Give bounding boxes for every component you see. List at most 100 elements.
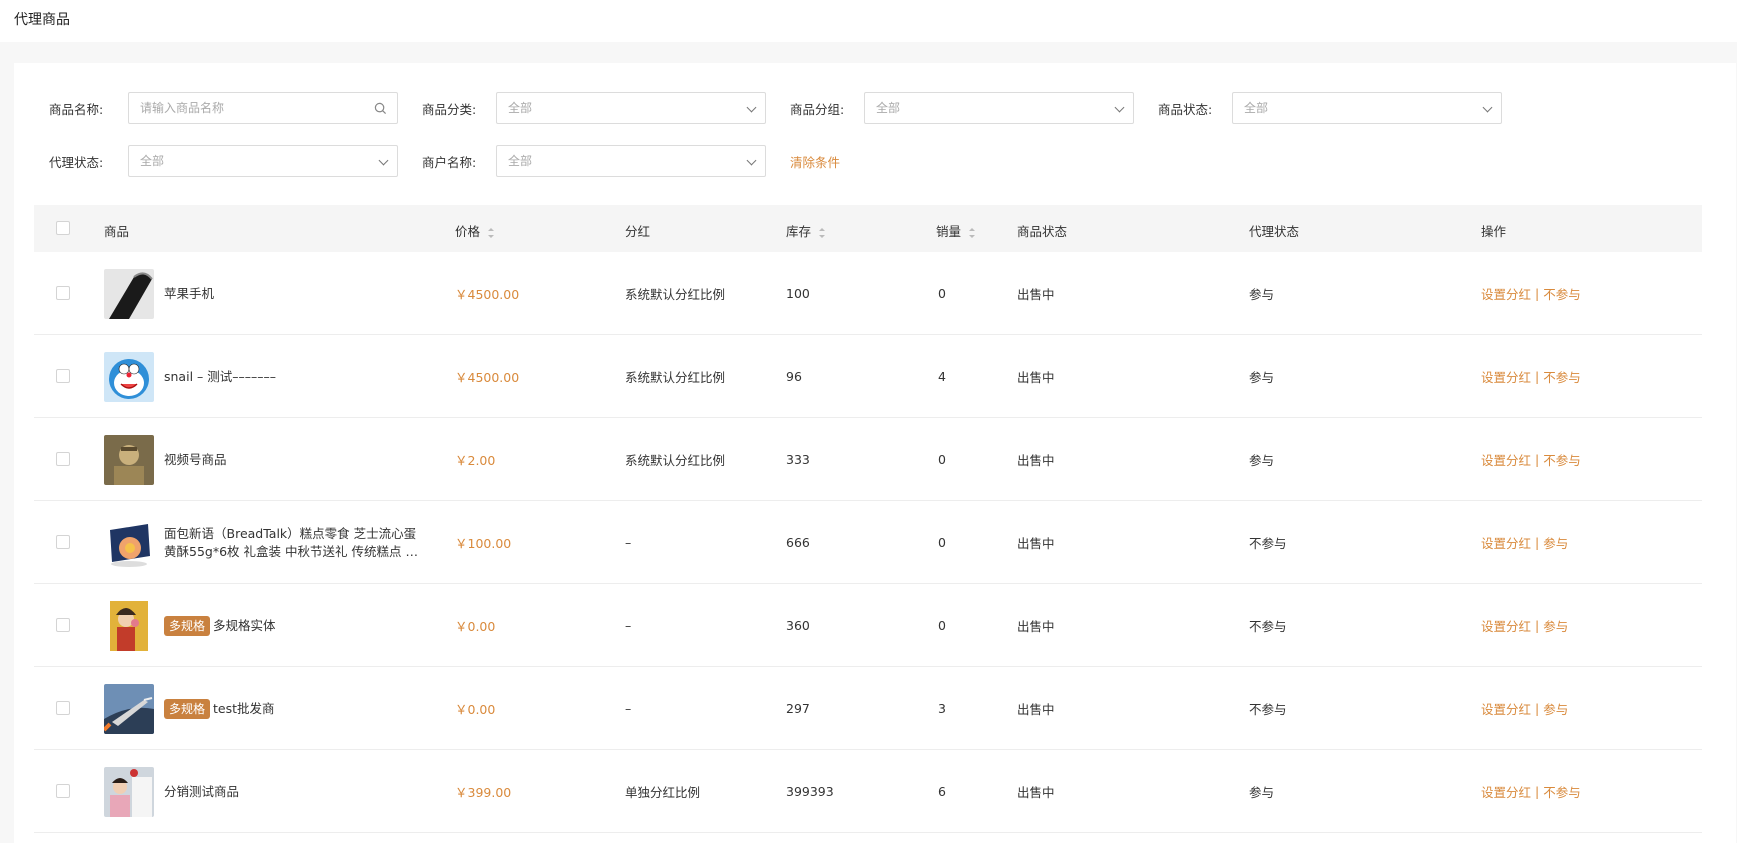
ops-separator: | bbox=[1535, 701, 1540, 716]
stock-cell: 399393 bbox=[786, 784, 834, 799]
header-ops: 操作 bbox=[1481, 224, 1507, 239]
chevron-down-icon bbox=[378, 155, 389, 166]
set-dividend-link[interactable]: 设置分红 bbox=[1481, 367, 1531, 386]
toggle-agent-link[interactable]: 不参与 bbox=[1543, 284, 1581, 303]
product-name-cell: 苹果手机 bbox=[164, 252, 424, 335]
product-name-cell: 多规格 多规格实体 bbox=[164, 584, 424, 667]
product-name[interactable]: 多规格实体 bbox=[213, 618, 276, 633]
ops-separator: | bbox=[1535, 286, 1540, 301]
stock-cell: 333 bbox=[786, 452, 810, 467]
status-value: 全部 bbox=[1244, 101, 1269, 115]
row-checkbox[interactable] bbox=[56, 286, 70, 300]
search-icon[interactable] bbox=[374, 102, 387, 115]
ops-separator: | bbox=[1535, 535, 1540, 550]
ops-cell: 设置分红 | 不参与 bbox=[1481, 418, 1581, 501]
set-dividend-link[interactable]: 设置分红 bbox=[1481, 533, 1531, 552]
sort-icon[interactable] bbox=[488, 227, 495, 238]
set-dividend-link[interactable]: 设置分红 bbox=[1481, 699, 1531, 718]
clear-filters-link[interactable]: 清除条件 bbox=[790, 152, 840, 171]
agent-status-label: 代理状态: bbox=[49, 155, 104, 170]
product-thumbnail bbox=[104, 684, 154, 734]
product-name[interactable]: 分销测试商品 bbox=[164, 784, 239, 799]
table-row: 分销测试商品 ￥399.00 单独分红比例 399393 6 出售中 参与 设置分红 | 不参与 bbox=[34, 750, 1702, 833]
product-name-input[interactable]: 请输入商品名称 bbox=[128, 92, 398, 124]
chevron-down-icon bbox=[1482, 102, 1493, 113]
sales-cell: 3 bbox=[938, 701, 946, 716]
ops-cell: 设置分红 | 不参与 bbox=[1481, 252, 1581, 335]
ops-cell: 设置分红 | 参与 bbox=[1481, 501, 1568, 584]
header-stock[interactable]: 库存 bbox=[786, 221, 826, 240]
sort-icon[interactable] bbox=[969, 227, 976, 238]
header-stock-label: 库存 bbox=[786, 224, 812, 239]
table-row: 多规格 test批发商 ￥0.00 – 297 3 出售中 不参与 设置分红 | 参与 bbox=[34, 667, 1702, 750]
product-thumbnail bbox=[104, 518, 154, 568]
set-dividend-link[interactable]: 设置分红 bbox=[1481, 782, 1531, 801]
product-name-cell: snail – 测试––––––– bbox=[164, 335, 424, 418]
header-price-label: 价格 bbox=[455, 224, 481, 239]
dividend-cell: – bbox=[625, 535, 632, 550]
chevron-down-icon bbox=[746, 102, 757, 113]
dividend-cell: – bbox=[625, 618, 632, 633]
product-name[interactable]: test批发商 bbox=[213, 701, 275, 716]
set-dividend-link[interactable]: 设置分红 bbox=[1481, 616, 1531, 635]
group-select[interactable]: 全部 bbox=[864, 92, 1134, 124]
table-row: 视频号商品 ￥2.00 系统默认分红比例 333 0 出售中 参与 设置分红 | 不参与 bbox=[34, 418, 1702, 501]
dividend-cell: 单独分红比例 bbox=[625, 785, 701, 800]
toggle-agent-link[interactable]: 不参与 bbox=[1543, 450, 1581, 469]
ops-separator: | bbox=[1535, 618, 1540, 633]
price-cell: ￥0.00 bbox=[455, 702, 496, 717]
toggle-agent-link[interactable]: 参与 bbox=[1543, 616, 1568, 635]
stock-cell: 360 bbox=[786, 618, 810, 633]
table-body: 苹果手机 ￥4500.00 系统默认分红比例 100 0 出售中 参与 设置分红 | 不参与 sna… bbox=[34, 252, 1702, 833]
sales-cell: 0 bbox=[938, 286, 946, 301]
product-name-cell: 视频号商品 bbox=[164, 418, 424, 501]
product-name[interactable]: snail – 测试––––––– bbox=[164, 369, 276, 384]
product-name-cell: 分销测试商品 bbox=[164, 750, 424, 833]
status-select[interactable]: 全部 bbox=[1232, 92, 1502, 124]
ops-separator: | bbox=[1535, 452, 1540, 467]
category-label: 商品分类: bbox=[422, 102, 477, 117]
category-select[interactable]: 全部 bbox=[496, 92, 766, 124]
sort-icon[interactable] bbox=[819, 227, 826, 238]
merchant-value: 全部 bbox=[508, 154, 533, 168]
row-checkbox[interactable] bbox=[56, 535, 70, 549]
row-checkbox[interactable] bbox=[56, 701, 70, 715]
product-thumbnail bbox=[104, 767, 154, 817]
product-table: 商品 价格 分红 库存 销量 商品状态 代理状态 操作 苹果手机 ￥4500.00… bbox=[34, 205, 1702, 833]
select-all-checkbox[interactable] bbox=[56, 221, 70, 235]
agent-status-cell: 不参与 bbox=[1249, 536, 1287, 551]
ops-separator: | bbox=[1535, 784, 1540, 799]
merchant-select[interactable]: 全部 bbox=[496, 145, 766, 177]
product-name[interactable]: 视频号商品 bbox=[164, 452, 227, 467]
price-cell: ￥2.00 bbox=[455, 453, 496, 468]
row-checkbox[interactable] bbox=[56, 369, 70, 383]
product-name-cell: 面包新语（BreadTalk）糕点零食 芝士流心蛋黄酥55g*6枚 礼盒装 中秋… bbox=[164, 501, 424, 584]
product-name[interactable]: 苹果手机 bbox=[164, 286, 214, 301]
toggle-agent-link[interactable]: 不参与 bbox=[1543, 782, 1581, 801]
row-checkbox[interactable] bbox=[56, 784, 70, 798]
agent-status-cell: 参与 bbox=[1249, 453, 1275, 468]
stock-cell: 100 bbox=[786, 286, 810, 301]
product-thumbnail bbox=[104, 601, 154, 651]
stock-cell: 297 bbox=[786, 701, 810, 716]
set-dividend-link[interactable]: 设置分红 bbox=[1481, 450, 1531, 469]
sales-cell: 0 bbox=[938, 618, 946, 633]
product-thumbnail bbox=[104, 269, 154, 319]
product-name[interactable]: 面包新语（BreadTalk）糕点零食 芝士流心蛋黄酥55g*6枚 礼盒装 中秋… bbox=[164, 526, 418, 561]
toggle-agent-link[interactable]: 不参与 bbox=[1543, 367, 1581, 386]
ops-cell: 设置分红 | 不参与 bbox=[1481, 750, 1581, 833]
toggle-agent-link[interactable]: 参与 bbox=[1543, 533, 1568, 552]
table-row: 面包新语（BreadTalk）糕点零食 芝士流心蛋黄酥55g*6枚 礼盒装 中秋… bbox=[34, 501, 1702, 584]
set-dividend-link[interactable]: 设置分红 bbox=[1481, 284, 1531, 303]
product-name-label: 商品名称: bbox=[49, 102, 104, 117]
agent-status-select[interactable]: 全部 bbox=[128, 145, 398, 177]
toggle-agent-link[interactable]: 参与 bbox=[1543, 699, 1568, 718]
header-sales[interactable]: 销量 bbox=[936, 221, 976, 240]
row-checkbox[interactable] bbox=[56, 452, 70, 466]
header-price[interactable]: 价格 bbox=[455, 221, 495, 240]
stock-cell: 96 bbox=[786, 369, 802, 384]
multi-spec-tag: 多规格 bbox=[164, 615, 211, 636]
agent-status-cell: 不参与 bbox=[1249, 702, 1287, 717]
row-checkbox[interactable] bbox=[56, 618, 70, 632]
agent-status-cell: 参与 bbox=[1249, 785, 1275, 800]
